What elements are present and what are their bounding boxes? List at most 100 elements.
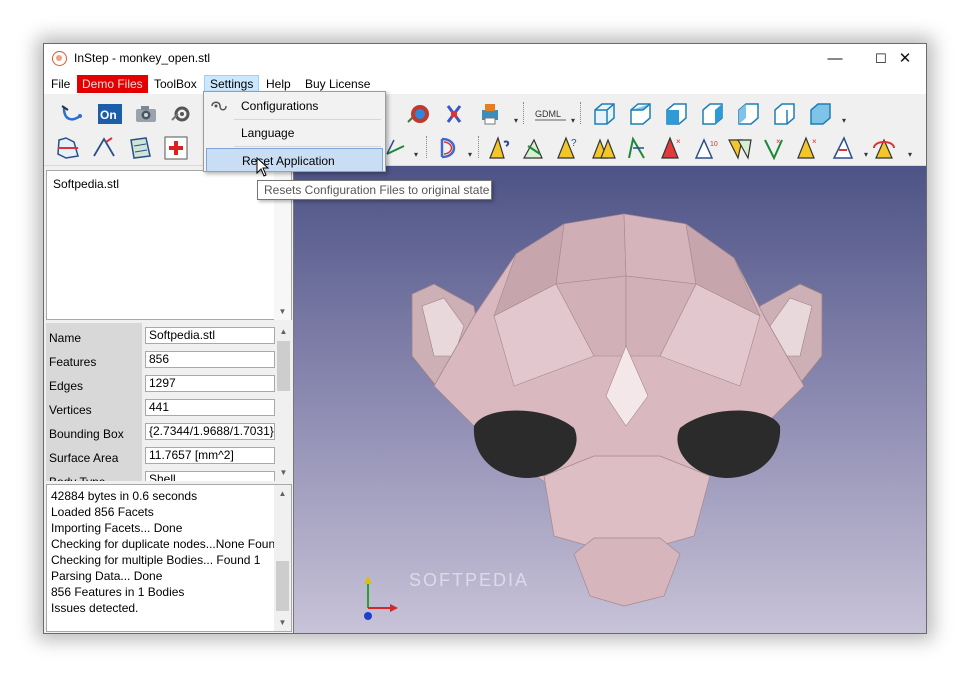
- property-name: Name: [46, 323, 142, 347]
- property-value[interactable]: 856: [145, 351, 275, 368]
- triangle-tool-11-icon[interactable]: [830, 134, 858, 162]
- triangle-tool-10-icon[interactable]: ×: [794, 134, 822, 162]
- triangle-tool-5-icon[interactable]: [624, 134, 652, 162]
- close-button[interactable]: ✕: [882, 44, 926, 74]
- menu-item-configurations[interactable]: Configurations: [206, 94, 383, 118]
- toolbar-overflow-icon[interactable]: ▾: [569, 116, 577, 126]
- dimension-d-icon[interactable]: [434, 134, 462, 162]
- print-tool-icon[interactable]: [476, 100, 504, 128]
- scroll-thumb[interactable]: [276, 561, 289, 611]
- property-name: Features: [46, 347, 142, 371]
- triangle-tool-9-icon[interactable]: ×: [760, 134, 788, 162]
- property-row: Vertices 441: [46, 395, 276, 419]
- property-value[interactable]: 441: [145, 399, 275, 416]
- triangle-tool-12-icon[interactable]: [870, 134, 898, 162]
- face-tool-icon[interactable]: [126, 134, 154, 162]
- toolbar-overflow-icon[interactable]: ▾: [840, 116, 848, 126]
- toolbar-overflow-icon[interactable]: ▾: [466, 150, 474, 160]
- triangle-tool-8-icon[interactable]: [726, 134, 754, 162]
- scroll-down-icon[interactable]: ▼: [275, 464, 292, 481]
- property-name: Body Type: [46, 467, 142, 481]
- menu-item-label: Configurations: [241, 99, 319, 113]
- app-window: InStep - monkey_open.stl — ☐ ✕ File Demo…: [43, 43, 927, 634]
- toolbar-overflow-icon[interactable]: ▾: [906, 150, 914, 160]
- property-value[interactable]: 11.7657 [mm^2]: [145, 447, 275, 464]
- menu-item-language[interactable]: Language: [206, 121, 383, 145]
- properties-scrollbar[interactable]: ▲ ▼: [275, 323, 292, 481]
- triangle-tool-6-icon[interactable]: ×: [658, 134, 686, 162]
- onshape-icon[interactable]: On: [96, 100, 124, 128]
- view-left-icon[interactable]: [734, 100, 762, 128]
- property-name: Vertices: [46, 395, 142, 419]
- triangle-tool-4-icon[interactable]: [590, 134, 618, 162]
- gdml-button[interactable]: GDML: [534, 100, 568, 128]
- menu-toolbox[interactable]: ToolBox: [149, 75, 202, 93]
- triangle-tool-2-icon[interactable]: [520, 134, 548, 162]
- repair-cross-icon[interactable]: [162, 134, 190, 162]
- scroll-down-icon[interactable]: ▼: [274, 303, 291, 320]
- tree-item-file[interactable]: Softpedia.stl: [53, 177, 119, 191]
- import-tool-icon[interactable]: [58, 100, 86, 128]
- menu-demo-files[interactable]: Demo Files: [77, 75, 148, 93]
- property-name: Surface Area: [46, 443, 142, 467]
- view-top-icon[interactable]: [626, 100, 654, 128]
- camera-icon[interactable]: [132, 100, 160, 128]
- view-bottom-icon[interactable]: [806, 100, 834, 128]
- log-scrollbar[interactable]: ▲ ▼: [274, 485, 291, 631]
- svg-text:On: On: [100, 108, 117, 122]
- toolbar-grip[interactable]: [478, 136, 481, 158]
- menu-separator: [234, 119, 381, 120]
- sphere-tool-icon[interactable]: [406, 100, 434, 128]
- properties-panel: Name Softpedia.stl Features 856 Edges 12…: [46, 323, 292, 481]
- monkey-model: [411, 213, 823, 607]
- property-value[interactable]: Softpedia.stl: [145, 327, 275, 344]
- axis-triad-icon: [364, 576, 398, 620]
- property-value[interactable]: Shell: [145, 471, 275, 481]
- 3d-viewport[interactable]: SOFTPEDIA: [293, 166, 926, 633]
- view-front-icon[interactable]: [662, 100, 690, 128]
- toolbar-overflow-icon[interactable]: ▾: [412, 150, 420, 160]
- property-value[interactable]: {2.7344/1.9688/1.7031}: [145, 423, 275, 440]
- fold-tool-icon[interactable]: [54, 134, 82, 162]
- toolbar-area: On ▾ GDML ▾ ▾ ▾ ▾ ? × 10 × × ▾ ▾: [44, 94, 926, 166]
- scroll-up-icon[interactable]: ▲: [275, 323, 292, 340]
- svg-text:×: ×: [812, 137, 817, 146]
- svg-text:×: ×: [776, 137, 781, 146]
- triangle-tool-3-icon[interactable]: ?: [554, 134, 582, 162]
- window-title: InStep - monkey_open.stl: [74, 51, 211, 65]
- minimize-button[interactable]: —: [812, 44, 858, 74]
- toolbar-grip[interactable]: [580, 102, 583, 124]
- model-tree: Softpedia.stl: [46, 170, 292, 320]
- log-line: Parsing Data... Done: [51, 569, 163, 583]
- scroll-down-icon[interactable]: ▼: [274, 614, 291, 631]
- triangle-tool-1-icon[interactable]: [486, 134, 514, 162]
- log-line: Loaded 856 Facets: [51, 505, 154, 519]
- svg-text:GDML: GDML: [535, 109, 561, 119]
- menu-item-reset-application[interactable]: Reset Application: [206, 148, 383, 172]
- split-tool-icon[interactable]: [440, 100, 468, 128]
- view-iso-icon[interactable]: [590, 100, 618, 128]
- property-row: Edges 1297: [46, 371, 276, 395]
- triangle-select-icon[interactable]: [90, 134, 118, 162]
- svg-text:10: 10: [710, 141, 718, 148]
- log-line: Checking for duplicate nodes...None Foun…: [51, 537, 282, 551]
- view-back-icon[interactable]: [770, 100, 798, 128]
- menu-file[interactable]: File: [46, 75, 75, 93]
- property-name: Bounding Box: [46, 419, 142, 443]
- log-line: Importing Facets... Done: [51, 521, 183, 535]
- tools-gear-icon[interactable]: [168, 100, 196, 128]
- scroll-up-icon[interactable]: ▲: [274, 485, 291, 502]
- property-value[interactable]: 1297: [145, 375, 275, 392]
- triangle-tool-7-icon[interactable]: 10: [692, 134, 720, 162]
- reset-tooltip: Resets Configuration Files to original s…: [257, 180, 492, 200]
- toolbar-overflow-icon[interactable]: ▾: [862, 150, 870, 160]
- view-right-icon[interactable]: [698, 100, 726, 128]
- toolbar-grip[interactable]: [523, 102, 526, 124]
- toolbar-grip[interactable]: [426, 136, 429, 158]
- scroll-thumb[interactable]: [277, 341, 290, 391]
- app-logo-icon: [52, 51, 67, 66]
- property-row: Name Softpedia.stl: [46, 323, 276, 347]
- toolbar-overflow-icon[interactable]: ▾: [512, 116, 520, 126]
- property-row: Features 856: [46, 347, 276, 371]
- edge-tool-icon[interactable]: [382, 134, 410, 162]
